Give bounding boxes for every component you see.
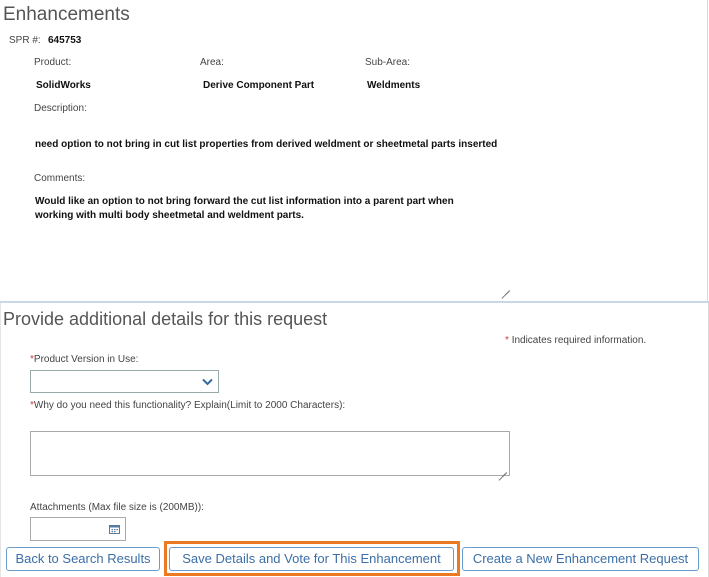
asterisk-icon: * <box>505 335 509 346</box>
resize-handle-icon[interactable] <box>498 464 507 473</box>
page-title: Enhancements <box>3 4 130 25</box>
save-and-vote-button[interactable]: Save Details and Vote for This Enhanceme… <box>169 547 454 571</box>
subarea-label: Sub-Area: <box>365 57 411 68</box>
description-label: Description: <box>34 103 87 114</box>
comments-line-1: Would like an option to not bring forwar… <box>35 196 454 207</box>
product-value: SolidWorks <box>36 80 91 91</box>
why-textarea[interactable] <box>30 431 510 476</box>
create-enhancement-button[interactable]: Create a New Enhancement Request <box>462 547 699 571</box>
version-label: Product Version in Use: <box>33 354 139 365</box>
spr-label: SPR #: <box>9 35 41 46</box>
calendar-icon[interactable] <box>109 524 120 534</box>
comments-label: Comments: <box>34 173 86 184</box>
why-label-row: *Why do you need this functionality? Exp… <box>30 400 345 411</box>
resize-handle-icon[interactable] <box>501 282 510 291</box>
product-version-select[interactable] <box>30 370 219 393</box>
area-label: Area: <box>200 57 224 68</box>
comments-line-2: working with multi body sheetmetal and w… <box>35 210 304 221</box>
attachments-label: Attachments (Max file size is (200MB)): <box>30 502 204 513</box>
product-label: Product: <box>34 57 72 68</box>
required-note-text: Indicates required information. <box>511 335 647 346</box>
description-value: need option to not bring in cut list pro… <box>35 139 498 150</box>
back-to-search-button[interactable]: Back to Search Results <box>6 547 160 571</box>
chevron-down-icon <box>202 378 213 386</box>
version-label-row: *Product Version in Use: <box>30 354 138 365</box>
required-note: * Indicates required information. <box>505 335 646 346</box>
why-label: Why do you need this functionality? Expl… <box>33 400 346 411</box>
spr-value: 645753 <box>48 35 82 46</box>
attachment-field[interactable] <box>30 517 126 541</box>
details-title: Provide additional details for this requ… <box>3 309 328 329</box>
area-value: Derive Component Part <box>203 80 315 91</box>
subarea-value: Weldments <box>367 80 421 91</box>
comments-textarea[interactable]: Would like an option to not bring forwar… <box>30 190 512 293</box>
